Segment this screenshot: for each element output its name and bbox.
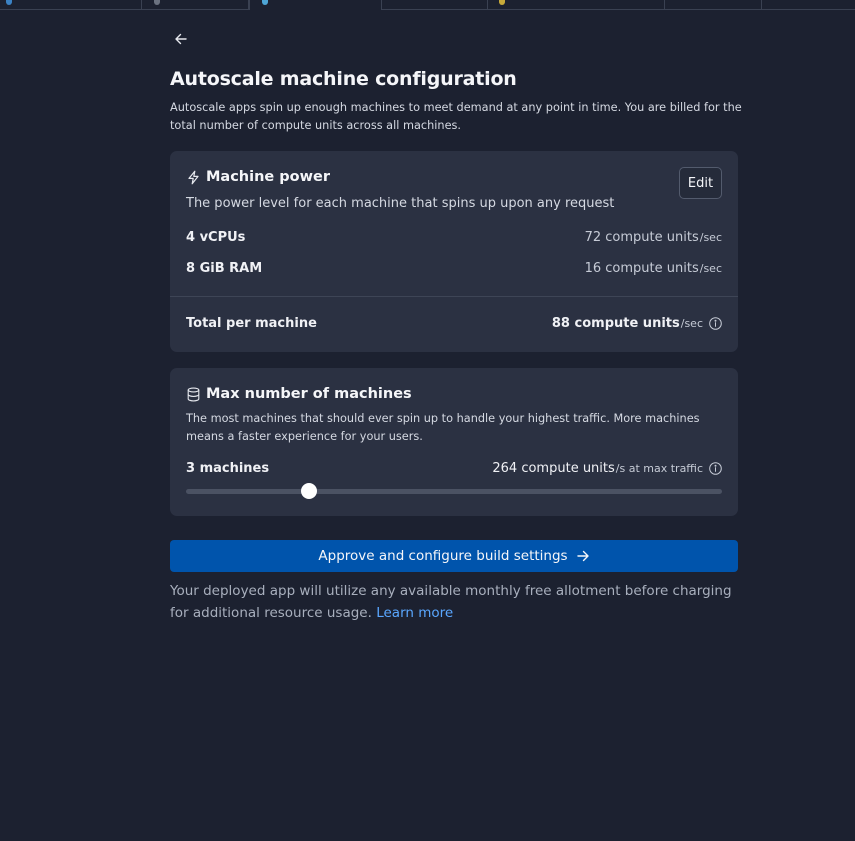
browser-tab[interactable] xyxy=(488,0,665,10)
machine-power-card: Machine power Edit The power level for e… xyxy=(170,151,738,352)
max-machines-title: Max number of machines xyxy=(206,386,412,402)
page-title: Autoscale machine configuration xyxy=(170,68,517,90)
ram-label: 8 GiB RAM xyxy=(186,261,263,276)
machine-power-subtitle: The power level for each machine that sp… xyxy=(186,196,615,211)
ram-value: 16 compute units /sec xyxy=(585,261,722,276)
arrow-right-icon xyxy=(576,549,590,563)
total-unit: /sec xyxy=(680,317,703,330)
tab-favicon-icon xyxy=(262,0,268,5)
total-compute-units: 88 compute units xyxy=(551,316,680,331)
vcpu-compute-units: 72 compute units xyxy=(584,230,699,245)
tab-favicon-icon xyxy=(154,0,160,5)
info-circle-icon[interactable] xyxy=(709,317,722,330)
machine-count-label: 3 machines xyxy=(186,461,270,476)
card-divider xyxy=(170,296,738,297)
total-per-machine-value: 88 compute units /sec xyxy=(552,316,722,331)
tab-favicon-icon xyxy=(6,0,12,5)
vcpu-value: 72 compute units /sec xyxy=(585,230,722,245)
max-traffic-compute-units: 264 compute units xyxy=(492,461,615,476)
max-traffic-value: 264 compute units /s at max traffic xyxy=(492,461,722,476)
back-button[interactable] xyxy=(171,29,191,49)
info-circle-icon[interactable] xyxy=(709,462,722,475)
max-traffic-unit: /s at max traffic xyxy=(615,462,703,475)
machine-power-title: Machine power xyxy=(206,169,331,185)
learn-more-link[interactable]: Learn more xyxy=(376,605,453,621)
browser-tab[interactable] xyxy=(762,0,855,10)
vcpu-label: 4 vCPUs xyxy=(186,230,246,245)
max-machines-subtitle: The most machines that should ever spin … xyxy=(186,412,700,443)
billing-footnote: Your deployed app will utilize any avail… xyxy=(170,580,738,624)
browser-tab[interactable] xyxy=(0,0,142,10)
arrow-left-icon xyxy=(174,32,188,46)
ram-unit: /sec xyxy=(699,262,722,275)
max-machines-card: Max number of machines The most machines… xyxy=(170,368,738,516)
approve-configure-label: Approve and configure build settings xyxy=(318,548,568,564)
ram-compute-units: 16 compute units xyxy=(584,261,699,276)
vcpu-unit: /sec xyxy=(699,231,722,244)
page-description: Autoscale apps spin up enough machines t… xyxy=(170,101,742,132)
slider-thumb[interactable] xyxy=(301,483,318,499)
browser-tab[interactable] xyxy=(665,0,762,10)
browser-tab-active[interactable] xyxy=(249,0,382,10)
total-per-machine-label: Total per machine xyxy=(186,316,317,331)
machine-count-slider[interactable] xyxy=(186,483,722,499)
edit-button[interactable]: Edit xyxy=(679,167,722,199)
max-machines-heading: Max number of machines xyxy=(186,386,412,402)
database-icon xyxy=(186,387,201,402)
browser-tab[interactable] xyxy=(142,0,249,10)
lightning-bolt-icon xyxy=(186,170,201,185)
browser-tab-strip xyxy=(0,0,855,10)
approve-configure-button[interactable]: Approve and configure build settings xyxy=(170,540,738,572)
machine-power-heading: Machine power xyxy=(186,169,330,185)
browser-tab[interactable] xyxy=(382,0,488,10)
tab-favicon-icon xyxy=(499,0,505,5)
